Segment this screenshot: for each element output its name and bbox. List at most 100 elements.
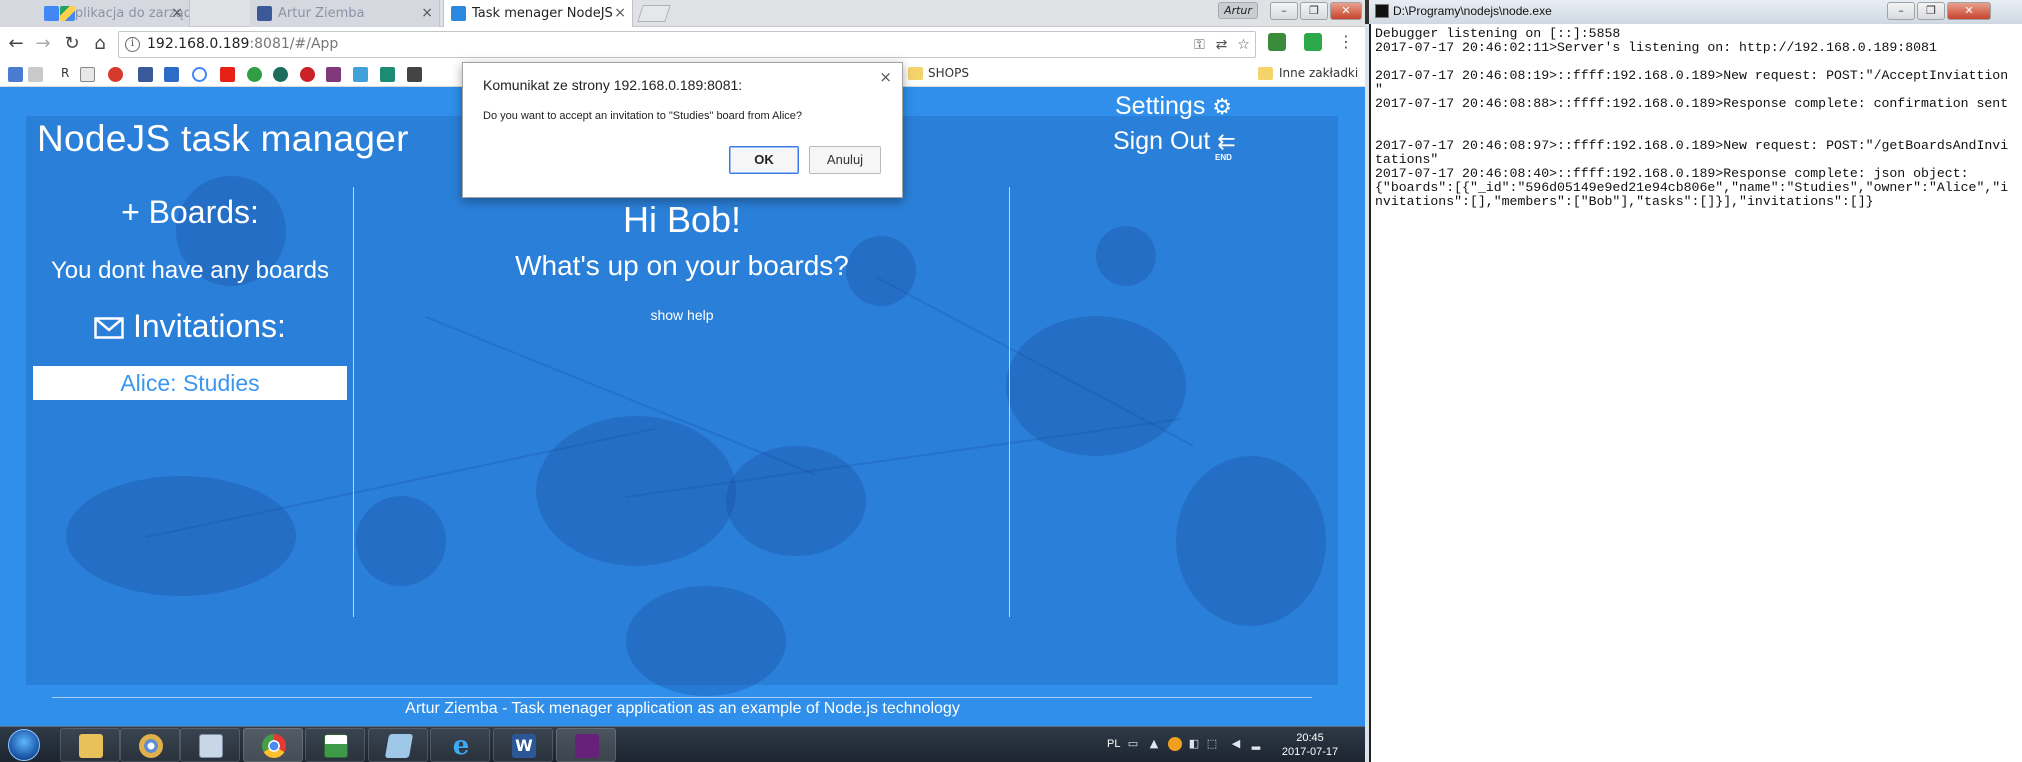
menu-icon[interactable]: ⋮ xyxy=(1338,33,1354,51)
onenote-icon[interactable] xyxy=(326,67,341,82)
start-button[interactable] xyxy=(8,729,40,761)
settings-link[interactable]: Settings ⚙ xyxy=(1115,92,1232,121)
keyboard-icon[interactable]: ▭ xyxy=(1127,738,1139,750)
extension-icon[interactable] xyxy=(1304,33,1322,51)
taskbar-chrome[interactable] xyxy=(243,728,303,762)
pinterest-icon[interactable] xyxy=(300,67,315,82)
console-title: D:\Programy\nodejs\node.exe xyxy=(1393,4,1552,18)
bookmark-icon[interactable] xyxy=(164,67,179,82)
column-divider xyxy=(1009,187,1010,617)
close-window-button[interactable]: ✕ xyxy=(1330,2,1362,20)
taskbar-word[interactable]: W xyxy=(493,728,553,762)
page-icon[interactable] xyxy=(80,67,95,82)
address-bar[interactable]: i 192.168.0.189:8081/#/App ⚿ ⇄ ☆ xyxy=(118,31,1256,58)
sign-out-link[interactable]: Sign Out ⇇ END xyxy=(1113,127,1236,162)
bookmark-r[interactable]: R xyxy=(61,66,69,80)
console-line: 2017-07-17 20:46:08:97>::ffff:192.168.0.… xyxy=(1375,138,2009,153)
bookmark-icon[interactable] xyxy=(247,67,262,82)
ok-button[interactable]: OK xyxy=(729,146,799,174)
taskbar-explorer[interactable] xyxy=(60,728,120,762)
reload-icon[interactable]: ↻ xyxy=(61,33,83,55)
apps-icon[interactable] xyxy=(8,67,23,82)
tray-app-icon[interactable]: ⬚ xyxy=(1206,738,1218,750)
background-bubble xyxy=(1006,316,1186,456)
minimize-button[interactable]: – xyxy=(1887,2,1915,20)
boards-heading[interactable]: + Boards: xyxy=(40,194,340,231)
tab-task-menager[interactable]: Task menager NodeJS × xyxy=(443,0,633,27)
minimize-button[interactable]: – xyxy=(1270,2,1298,20)
tab-close-icon[interactable]: × xyxy=(171,0,183,27)
tray-app-icon[interactable]: ◧ xyxy=(1188,738,1200,750)
taskbar-ie[interactable]: e xyxy=(430,728,490,762)
bookmark-shops[interactable]: SHOPS xyxy=(928,66,969,80)
console-line: {"boards":[{"_id":"596d05149e9ed21e94cb8… xyxy=(1375,180,2009,195)
home-icon[interactable]: ⌂ xyxy=(89,33,111,55)
extension-icon[interactable] xyxy=(1268,33,1286,51)
background-bubble xyxy=(356,496,446,586)
console-line: " xyxy=(1375,82,1383,97)
bookmark-icon[interactable] xyxy=(108,67,123,82)
console-line: nvitations":[],"members":["Bob"],"tasks"… xyxy=(1375,194,1874,209)
taskbar-visual-studio[interactable] xyxy=(556,728,616,762)
tray-app-icon[interactable] xyxy=(1168,737,1182,751)
bookmark-icon[interactable] xyxy=(353,67,368,82)
bookmark-icon[interactable] xyxy=(273,67,288,82)
clock[interactable]: 20:45 2017-07-17 xyxy=(1280,731,1340,759)
google-icon[interactable] xyxy=(192,67,207,82)
tab-aplikacja[interactable]: Aplikacja do zarządzania × xyxy=(0,0,190,27)
close-icon[interactable]: × xyxy=(879,68,892,86)
folder-icon xyxy=(79,734,103,758)
tab-close-icon[interactable]: × xyxy=(614,0,626,27)
tab-close-icon[interactable]: × xyxy=(421,0,433,27)
footer-text: Artur Ziemba - Task menager application … xyxy=(405,700,960,717)
facebook-icon xyxy=(257,6,272,21)
taskbar-paint[interactable] xyxy=(120,728,180,762)
browser-window: Aplikacja do zarządzania × Artur Ziemba … xyxy=(0,0,1365,726)
edit-icon xyxy=(451,6,466,21)
key-icon[interactable]: ⚿ xyxy=(1191,37,1208,54)
network-icon[interactable]: ▂ xyxy=(1250,738,1262,750)
background-bubble xyxy=(626,586,786,696)
volume-icon[interactable]: ◀ xyxy=(1230,738,1242,750)
folder-icon[interactable] xyxy=(1258,67,1273,80)
bookmark-other[interactable]: Inne zakładki xyxy=(1279,66,1358,80)
show-hidden-icon[interactable]: ▲ xyxy=(1148,738,1160,750)
back-icon[interactable]: ← xyxy=(5,33,27,55)
youtube-icon[interactable] xyxy=(220,67,235,82)
cancel-button[interactable]: Anuluj xyxy=(809,146,881,174)
bookmark-icon[interactable] xyxy=(380,67,395,82)
folder-icon[interactable] xyxy=(908,67,923,80)
bookmark-icon[interactable] xyxy=(28,67,43,82)
invitation-item[interactable]: Alice: Studies xyxy=(33,366,347,400)
maximize-button[interactable]: ❐ xyxy=(1300,2,1328,20)
bookmark-icon[interactable] xyxy=(407,67,422,82)
tab-strip: Aplikacja do zarządzania × Artur Ziemba … xyxy=(0,0,1365,27)
console-icon xyxy=(1375,4,1389,18)
docs-icon xyxy=(44,6,59,21)
taskbar-app[interactable] xyxy=(305,728,365,762)
language-indicator[interactable]: PL xyxy=(1107,738,1120,750)
translate-icon[interactable]: ⇄ xyxy=(1213,37,1230,54)
taskbar-notes[interactable] xyxy=(368,728,428,762)
profile-chip[interactable]: Artur xyxy=(1218,2,1258,19)
address-url: 192.168.0.189:8081/#/App xyxy=(147,36,339,52)
gear-icon: ⚙ xyxy=(1212,94,1233,119)
tab-artur-ziemba[interactable]: Artur Ziemba × xyxy=(250,0,440,27)
console-titlebar: D:\Programy\nodejs\node.exe – ❐ ✕ xyxy=(1365,0,2022,24)
maximize-button[interactable]: ❐ xyxy=(1917,2,1945,20)
taskbar-calculator[interactable] xyxy=(180,728,240,762)
show-help-link[interactable]: show help xyxy=(582,307,782,323)
internet-explorer-icon: e xyxy=(452,731,470,761)
paint-icon xyxy=(139,734,163,758)
close-window-button[interactable]: ✕ xyxy=(1947,2,1991,20)
console-output[interactable]: Debugger listening on [::]:5858 2017-07-… xyxy=(1369,24,2022,762)
forward-icon[interactable]: → xyxy=(32,33,54,55)
background-bubble xyxy=(726,446,866,556)
star-icon[interactable]: ☆ xyxy=(1235,37,1252,54)
info-icon[interactable]: i xyxy=(125,37,140,52)
facebook-icon[interactable] xyxy=(138,67,153,82)
sign-out-icon: ⇇ xyxy=(1217,129,1236,154)
board-subheading: What's up on your boards? xyxy=(515,250,849,281)
word-icon: W xyxy=(512,734,536,758)
new-tab-button[interactable] xyxy=(637,5,671,22)
